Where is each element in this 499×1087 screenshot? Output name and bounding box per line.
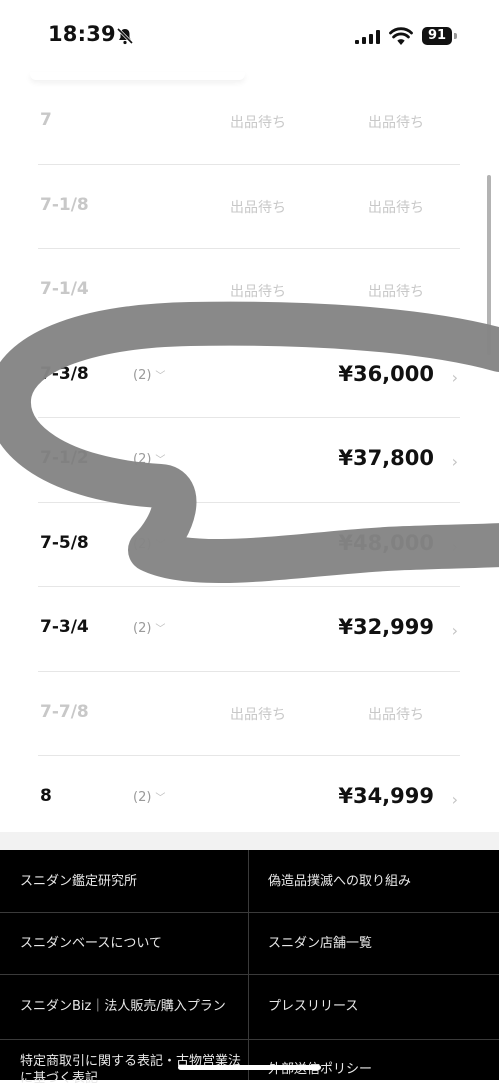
home-indicator[interactable] <box>178 1065 321 1070</box>
listing-status: 出品待ち <box>368 115 424 131</box>
footer-link-base[interactable]: スニダンベースについて <box>0 912 248 974</box>
listing-count-toggle[interactable]: (2) ﹀ <box>133 536 165 552</box>
status-bar: 18:39 91 <box>0 0 499 72</box>
chevron-right-icon[interactable]: › <box>452 790 458 809</box>
size-row[interactable]: 7-3/8 (2) ﹀ ¥36,000 › <box>38 334 460 418</box>
size-label: 7-3/8 <box>40 363 89 384</box>
chevron-right-icon[interactable]: › <box>452 621 458 640</box>
price: ¥37,800 <box>338 446 434 470</box>
size-label: 7-3/4 <box>40 617 89 637</box>
footer-links: スニダン鑑定研究所 偽造品撲滅への取り組み スニダンベースについて スニダン店舗… <box>0 850 499 1086</box>
signal-icon <box>355 30 380 44</box>
size-row[interactable]: 7-1/2 (2) ﹀ ¥37,800 › <box>38 418 460 503</box>
footer-spacer <box>0 832 499 850</box>
footer-link-appraisal-lab[interactable]: スニダン鑑定研究所 <box>0 850 248 912</box>
listing-status: 出品待ち <box>230 115 286 131</box>
size-price-list: 7 出品待ち 出品待ち 7-1/8 出品待ち 出品待ち 7-1/4 出品待ち 出… <box>38 80 460 840</box>
battery-icon: 91 <box>422 27 452 45</box>
footer-link-biz[interactable]: スニダンBiz｜法人販売/購入プラン <box>0 974 248 1039</box>
size-label: 7-7/8 <box>40 701 89 722</box>
listing-status: 出品待ち <box>230 706 286 723</box>
listing-count-toggle[interactable]: (2) ﹀ <box>133 451 165 467</box>
size-label: 7-1/8 <box>40 194 89 215</box>
listing-count-toggle[interactable]: (2) ﹀ <box>133 620 165 636</box>
size-row: 7-1/8 出品待ち 出品待ち <box>38 165 460 249</box>
listing-count: (2) <box>133 536 152 552</box>
size-label: 7-1/4 <box>40 279 89 299</box>
size-row[interactable]: 8 (2) ﹀ ¥34,999 › <box>38 756 460 840</box>
chevron-down-icon: ﹀ <box>155 370 166 382</box>
chevron-right-icon[interactable]: › <box>452 537 458 556</box>
listing-count: (2) <box>133 367 152 383</box>
footer-link-press[interactable]: プレスリリース <box>250 974 498 1039</box>
scrolled-card-edge <box>30 72 245 80</box>
price: ¥36,000 <box>338 361 434 386</box>
scroll-indicator[interactable] <box>487 175 491 355</box>
size-label: 7-5/8 <box>40 532 89 553</box>
listing-status: 出品待ち <box>230 284 286 300</box>
size-row: 7-7/8 出品待ち 出品待ち <box>38 672 460 756</box>
chevron-right-icon[interactable]: › <box>452 368 458 387</box>
price: ¥32,999 <box>338 615 434 639</box>
chevron-down-icon: ﹀ <box>155 539 166 551</box>
price: ¥48,000 <box>338 530 434 555</box>
chevron-down-icon: ﹀ <box>155 793 166 804</box>
chevron-down-icon: ﹀ <box>155 455 166 466</box>
listing-status: 出品待ち <box>368 199 424 216</box>
size-label: 7-1/2 <box>40 448 89 468</box>
size-row[interactable]: 7-3/4 (2) ﹀ ¥32,999 › <box>38 587 460 672</box>
battery-nub <box>454 33 457 39</box>
listing-count-toggle[interactable]: (2) ﹀ <box>133 367 165 383</box>
chevron-right-icon[interactable]: › <box>452 452 458 471</box>
chevron-down-icon: ﹀ <box>155 624 166 635</box>
bell-slash-icon <box>116 27 134 45</box>
listing-status: 出品待ち <box>368 284 424 300</box>
listing-count: (2) <box>133 790 152 805</box>
battery-level: 91 <box>427 28 447 43</box>
listing-status: 出品待ち <box>230 199 286 216</box>
size-row: 7 出品待ち 出品待ち <box>38 80 460 165</box>
listing-count: (2) <box>133 621 152 636</box>
footer-divider <box>248 850 249 1080</box>
footer-link-stores[interactable]: スニダン店舗一覧 <box>250 912 498 974</box>
size-row: 7-1/4 出品待ち 出品待ち <box>38 249 460 334</box>
size-row[interactable]: 7-5/8 (2) ﹀ ¥48,000 › <box>38 503 460 587</box>
listing-count-toggle[interactable]: (2) ﹀ <box>133 789 165 805</box>
footer-link-anti-counterfeit[interactable]: 偽造品撲滅への取り組み <box>250 850 498 912</box>
size-label: 8 <box>40 786 52 806</box>
wifi-icon <box>389 27 413 45</box>
clock-time: 18:39 <box>48 22 116 46</box>
size-label: 7 <box>40 110 52 130</box>
listing-status: 出品待ち <box>368 706 424 723</box>
listing-count: (2) <box>133 452 152 467</box>
price: ¥34,999 <box>338 784 434 808</box>
footer-divider <box>0 1039 499 1040</box>
